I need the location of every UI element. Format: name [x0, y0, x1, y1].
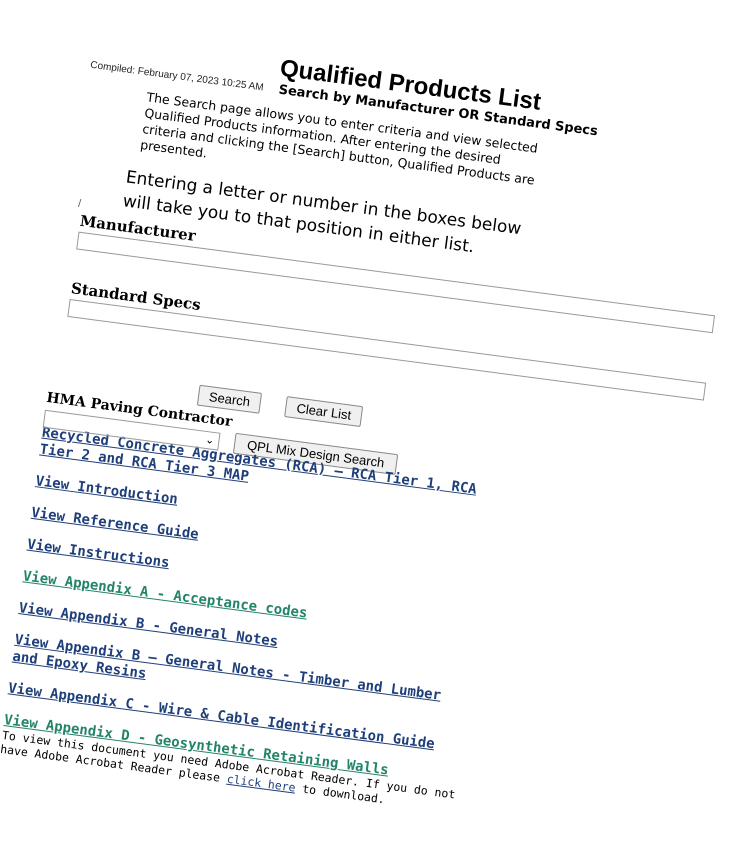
- qpl-page: Qualified Products List Compiled: Februa…: [0, 30, 730, 839]
- chevron-down-icon: ⌄: [204, 432, 216, 447]
- search-button[interactable]: Search: [196, 384, 263, 414]
